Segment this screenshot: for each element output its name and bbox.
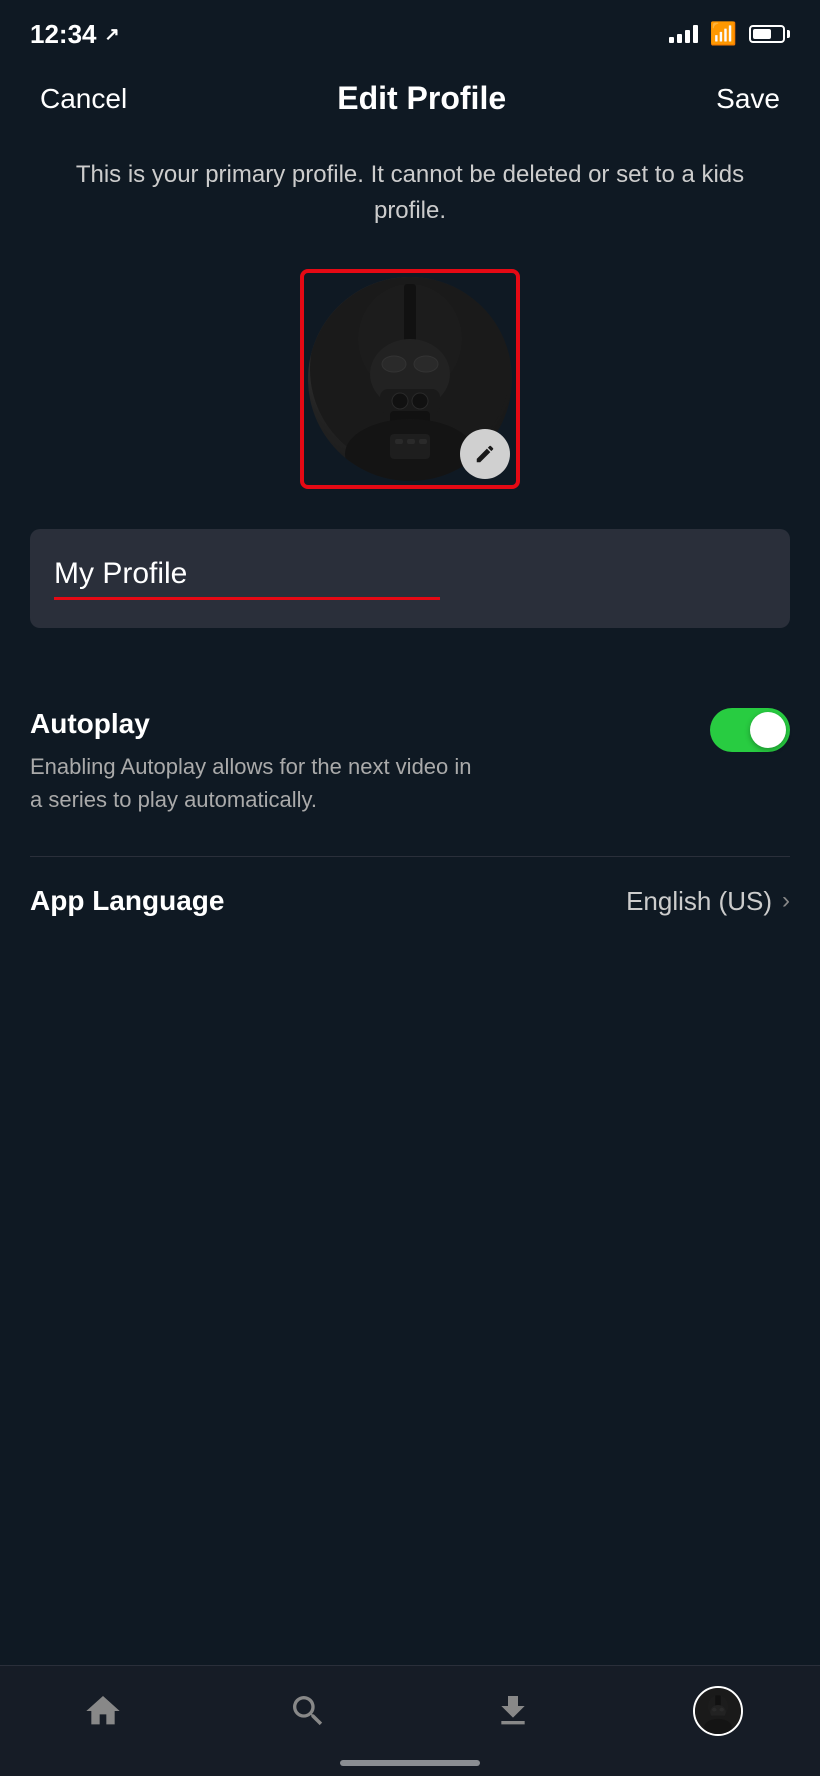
profile-avatar-mini — [695, 1688, 741, 1734]
download-icon — [488, 1686, 538, 1736]
page-title: Edit Profile — [337, 80, 506, 117]
language-value-wrapper: English (US) › — [626, 886, 790, 917]
autoplay-toggle-wrapper — [710, 708, 790, 752]
tab-downloads[interactable] — [488, 1686, 538, 1736]
time-display: 12:34 — [30, 19, 97, 50]
tab-profile[interactable] — [693, 1686, 743, 1736]
status-bar: 12:34 ↗ 📶 — [0, 0, 820, 60]
avatar-wrapper[interactable] — [300, 269, 520, 489]
wifi-icon: 📶 — [710, 21, 737, 47]
search-icon — [283, 1686, 333, 1736]
profile-name-section — [30, 529, 790, 628]
language-value: English (US) — [626, 886, 772, 917]
save-button[interactable]: Save — [716, 83, 780, 115]
app-language-row[interactable]: App Language English (US) › — [0, 857, 820, 945]
pencil-icon — [474, 443, 496, 465]
home-icon — [78, 1686, 128, 1736]
signal-bars-icon — [669, 25, 698, 43]
primary-profile-notice: This is your primary profile. It cannot … — [0, 137, 820, 259]
app-language-label: App Language — [30, 885, 224, 917]
toggle-knob — [750, 712, 786, 748]
tab-home[interactable] — [78, 1686, 128, 1736]
autoplay-toggle[interactable] — [710, 708, 790, 752]
profile-tab-avatar — [693, 1686, 743, 1736]
profile-name-input-wrapper — [54, 557, 440, 600]
autoplay-info: Autoplay Enabling Autoplay allows for th… — [30, 708, 710, 816]
autoplay-description: Enabling Autoplay allows for the next vi… — [30, 750, 480, 816]
cancel-button[interactable]: Cancel — [40, 83, 127, 115]
location-icon: ↗ — [105, 24, 120, 45]
avatar-section — [0, 259, 820, 529]
profile-name-input[interactable] — [54, 557, 440, 591]
status-icons: 📶 — [669, 21, 790, 47]
status-time: 12:34 ↗ — [30, 19, 120, 50]
autoplay-row: Autoplay Enabling Autoplay allows for th… — [30, 688, 790, 836]
battery-icon — [749, 25, 790, 43]
chevron-right-icon: › — [782, 887, 790, 915]
settings-section: Autoplay Enabling Autoplay allows for th… — [0, 668, 820, 856]
edit-avatar-button[interactable] — [460, 429, 510, 479]
tab-search[interactable] — [283, 1686, 333, 1736]
autoplay-label: Autoplay — [30, 708, 710, 740]
nav-bar: Cancel Edit Profile Save — [0, 60, 820, 137]
home-indicator — [340, 1760, 480, 1766]
